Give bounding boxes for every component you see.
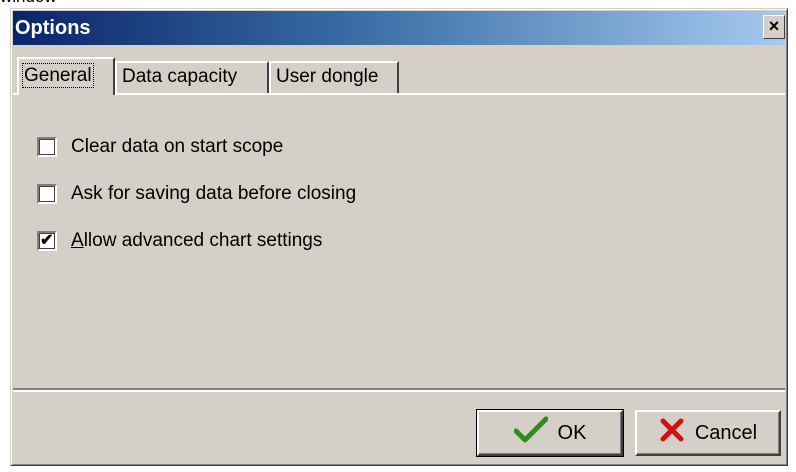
window-title: Options [15, 17, 91, 39]
tab-general-label: General [22, 63, 94, 88]
tab-data-capacity[interactable]: Data capacity [115, 61, 269, 93]
checkmark-icon [513, 416, 549, 450]
tab-general[interactable]: General [17, 57, 115, 95]
ask-saving-checkbox[interactable] [37, 184, 57, 204]
cancel-label: Cancel [694, 421, 758, 444]
close-button[interactable]: × [763, 15, 785, 39]
option-advanced-chart[interactable]: Allow advanced chart settings [37, 229, 322, 253]
cancel-button[interactable]: Cancel [635, 410, 781, 456]
advanced-chart-label: Allow advanced chart settings [71, 230, 322, 252]
tab-user-dongle-label: User dongle [276, 66, 379, 87]
advanced-chart-checkbox[interactable] [37, 231, 57, 251]
ok-label: OK [557, 421, 587, 444]
option-ask-saving[interactable]: Ask for saving data before closing [37, 182, 356, 206]
close-icon: × [768, 16, 780, 36]
title-bar[interactable]: Options × [13, 11, 785, 45]
options-dialog: Options × General Data capacity User don… [10, 8, 788, 466]
bottom-separator [13, 388, 785, 392]
background-window-text: window [0, 0, 57, 7]
ask-saving-label: Ask for saving data before closing [71, 183, 357, 204]
clear-data-checkbox[interactable] [37, 137, 57, 157]
clear-data-label: Clear data on start scope [71, 136, 284, 157]
advanced-chart-label-accesskey: A [71, 230, 84, 251]
advanced-chart-label-rest: llow advanced chart settings [83, 230, 323, 251]
option-clear-data[interactable]: Clear data on start scope [37, 135, 283, 159]
cancel-x-icon [659, 417, 685, 449]
ok-button[interactable]: OK [476, 409, 624, 457]
tab-user-dongle[interactable]: User dongle [269, 61, 399, 93]
tab-data-capacity-label: Data capacity [122, 66, 238, 87]
